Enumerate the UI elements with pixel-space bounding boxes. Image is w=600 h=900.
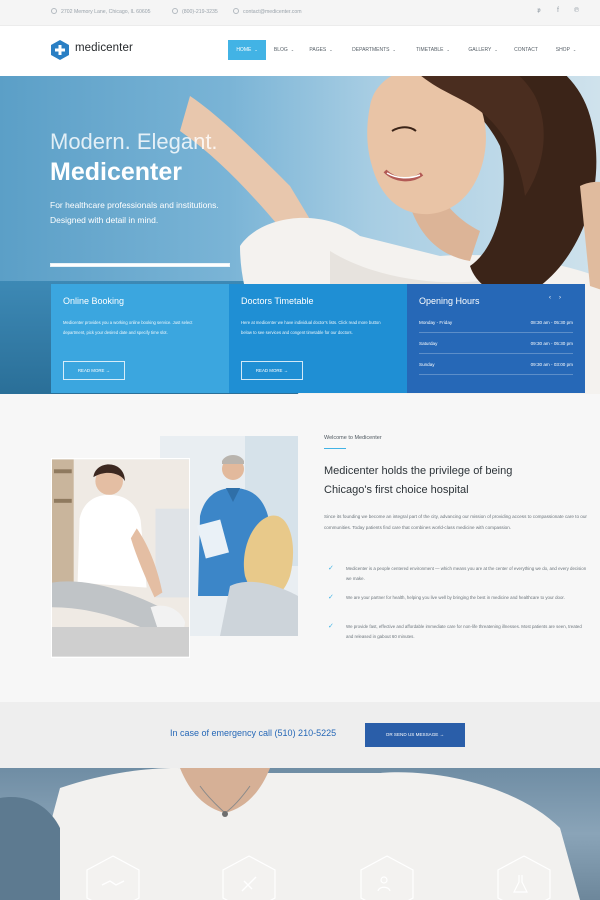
chevron-right-icon[interactable]: › — [559, 295, 569, 301]
nav-home[interactable]: HOME ⌄ — [228, 40, 266, 60]
hours-row: Saturday 09:30 am - 05:30 pm — [419, 333, 573, 354]
arrow-right-icon: → — [439, 732, 445, 737]
emergency-text: In case of emergency call (510) 210-5225 — [170, 728, 337, 738]
chevron-down-icon: ⌄ — [446, 47, 450, 52]
location-icon — [51, 8, 57, 14]
hours-row: Sunday 09:30 am - 03:00 pm — [419, 354, 573, 375]
button-label: OR SEND US MESSAGE — [385, 732, 439, 737]
phone-icon — [172, 8, 178, 14]
box-text: Medicenter provides you a working online… — [63, 320, 193, 335]
slider-progress-fill — [51, 264, 229, 266]
send-message-button[interactable]: OR SEND US MESSAGE → — [365, 723, 465, 747]
box-title: Doctors Timetable — [241, 296, 314, 306]
arrow-right-icon: → — [105, 368, 111, 373]
check-icon: ✓ — [328, 565, 334, 572]
check-icon: ✓ — [328, 594, 334, 601]
phone-text: (800)-219-3235 — [182, 9, 218, 15]
check-item-text: We provide fast, effective and affordabl… — [346, 624, 582, 639]
box-text: Here at medicenter we have individual do… — [241, 320, 381, 335]
top-bar: 2702 Memory Lane, Chicago, IL 60605 (800… — [0, 0, 600, 26]
hours-row: Monday - Friday 08:30 am - 05:30 pm — [419, 312, 573, 333]
button-label: READ MORE — [77, 368, 105, 373]
nav-blog[interactable]: BLOG ⌄ — [268, 40, 300, 60]
nav-departments[interactable]: DEPARTMENTS ⌄ — [344, 40, 404, 60]
nav-pages[interactable]: PAGES ⌄ — [305, 40, 337, 60]
hours-day: Sunday — [419, 362, 435, 367]
address-info: 2702 Memory Lane, Chicago, IL 60605 — [51, 8, 151, 15]
doctors-timetable-box: Doctors Timetable Here at medicenter we … — [229, 284, 407, 393]
hands-icon[interactable] — [86, 855, 140, 900]
button-label: READ MORE — [255, 368, 283, 373]
welcome-section: Welcome to Medicenter Medicenter holds t… — [0, 394, 600, 702]
section-divider — [324, 448, 346, 449]
chevron-down-icon: ⌄ — [254, 47, 258, 52]
box-title: Online Booking — [63, 296, 125, 306]
nav-contact[interactable]: CONTACT — [509, 40, 543, 60]
check-icon: ✓ — [328, 623, 334, 630]
nav-label: SHOP — [555, 47, 570, 53]
dna-icon[interactable] — [222, 855, 276, 900]
emergency-bar: In case of emergency call (510) 210-5225… — [0, 702, 600, 768]
pinterest-icon[interactable]: ℗ — [574, 7, 579, 14]
features-background-photo — [0, 768, 600, 900]
logo-text[interactable]: medicenter — [75, 42, 133, 54]
hero-subtitle: For healthcare professionals and institu… — [50, 198, 260, 228]
hours-time: 09:30 am - 03:00 pm — [530, 362, 573, 367]
section-title: Medicenter holds the privilege of being … — [324, 465, 513, 496]
hours-time: 08:30 am - 05:30 pm — [530, 320, 573, 325]
mail-icon — [233, 8, 239, 14]
hours-day: Monday - Friday — [419, 320, 453, 325]
hero-subtitle-line: For healthcare professionals and institu… — [50, 200, 219, 210]
facebook-icon[interactable]: f — [557, 7, 559, 14]
hours-day: Saturday — [419, 341, 438, 346]
nav-label: TIMETABLE — [416, 47, 444, 53]
lab-flask-icon[interactable] — [497, 855, 551, 900]
chevron-left-icon[interactable]: ‹ — [549, 295, 559, 301]
check-item-text: We are your partner for health, helping … — [346, 595, 565, 600]
hero-kicker: Modern. Elegant. — [50, 129, 218, 154]
read-more-button[interactable]: READ MORE → — [63, 361, 125, 380]
section-label: Welcome to Medicenter — [324, 435, 382, 441]
check-item-text: Medicenter is a people centered environm… — [346, 566, 587, 581]
email-text: contact@medicenter.com — [243, 9, 302, 15]
email-info[interactable]: contact@medicenter.com — [233, 8, 302, 15]
hours-pager: ‹› — [549, 295, 569, 301]
page: 2702 Memory Lane, Chicago, IL 60605 (800… — [0, 0, 600, 900]
chevron-down-icon: ⌄ — [392, 47, 396, 52]
box-title: Opening Hours — [419, 296, 480, 306]
phone-info[interactable]: (800)-219-3235 — [172, 8, 218, 15]
chevron-down-icon: ⌄ — [572, 47, 577, 52]
online-booking-box: Online Booking Medicenter provides you a… — [51, 284, 229, 393]
nav-gallery[interactable]: GALLERY ⌄ — [463, 40, 503, 60]
therapy-photo — [51, 458, 190, 658]
slider-progress-bar[interactable] — [50, 263, 230, 267]
hero-title: Medicenter — [50, 158, 182, 186]
nav-timetable[interactable]: TIMETABLE ⌄ — [410, 40, 456, 60]
arrow-right-icon: → — [283, 368, 289, 373]
nav-label: HOME — [236, 47, 252, 53]
section-text: Since its founding we become an integral… — [324, 514, 587, 530]
chevron-down-icon: ⌄ — [329, 47, 333, 52]
nav-label: CONTACT — [514, 47, 538, 53]
medical-cross-logo-icon[interactable] — [51, 40, 69, 60]
hours-time: 09:30 am - 05:30 pm — [530, 341, 573, 346]
twitter-icon[interactable]: 𝖕 — [537, 7, 541, 15]
nav-label: GALLERY — [468, 47, 492, 53]
nav-label: PAGES — [309, 47, 327, 53]
nav-shop[interactable]: SHOP ⌄ — [550, 40, 582, 60]
read-more-button[interactable]: READ MORE → — [241, 361, 303, 380]
hero-subtitle-line: Designed with detail in mind. — [50, 215, 159, 225]
chevron-down-icon: ⌄ — [494, 47, 498, 52]
nav-label: DEPARTMENTS — [352, 47, 390, 53]
main-header: medicenter HOME ⌄ BLOG ⌄ PAGES ⌄ DEPARTMENT… — [0, 26, 600, 76]
address-text: 2702 Memory Lane, Chicago, IL 60605 — [61, 9, 151, 15]
nav-label: BLOG — [273, 47, 288, 53]
chevron-down-icon: ⌄ — [290, 47, 295, 52]
opening-hours-box: Opening Hours ‹› Monday - Friday 08:30 am… — [407, 284, 585, 393]
people-icon[interactable] — [360, 855, 414, 900]
